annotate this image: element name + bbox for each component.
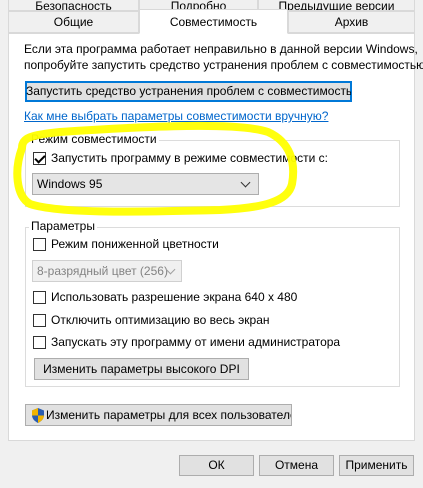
compat-os-value: Windows 95	[37, 177, 103, 191]
resolution-checkbox[interactable]	[33, 291, 46, 304]
color-depth-select[interactable]: 8-разрядный цвет (256)	[32, 260, 182, 282]
cancel-button[interactable]: Отмена	[259, 455, 334, 476]
color-depth-value: 8-разрядный цвет (256)	[37, 264, 168, 278]
apply-button[interactable]: Применить	[339, 455, 414, 476]
intro-text-line-1: Если эта программа работает неправильно …	[24, 42, 418, 56]
params-title: Параметры	[29, 219, 97, 233]
compat-os-select[interactable]: Windows 95	[32, 173, 259, 195]
intro-text-line-2: попробуйте запустить средство устранения…	[24, 58, 423, 72]
compat-mode-title: Режим совместимости	[29, 132, 159, 146]
fullscreen-opt-checkbox[interactable]	[33, 314, 46, 327]
all-users-settings-label: Изменить параметры для всех пользователе…	[46, 408, 292, 422]
compat-mode-checkbox[interactable]	[33, 152, 46, 165]
run-troubleshooter-button[interactable]: Запустить средство устранения проблем с …	[25, 81, 352, 102]
compatibility-panel: Если эта программа работает неправильно …	[8, 33, 423, 441]
tab-archive[interactable]: Архив	[288, 11, 415, 33]
tab-general[interactable]: Общие	[8, 11, 139, 33]
all-users-settings-button[interactable]: Изменить параметры для всех пользователе…	[25, 404, 292, 426]
reduced-color-checkbox[interactable]	[33, 238, 46, 251]
tab-compatibility[interactable]: Совместимость	[139, 9, 288, 34]
resolution-label: Использовать разрешение экрана 640 x 480	[51, 290, 298, 304]
run-as-admin-checkbox[interactable]	[33, 336, 46, 349]
run-as-admin-label: Запускать эту программу от имени админис…	[51, 335, 341, 349]
ok-button[interactable]: ОК	[179, 455, 254, 476]
high-dpi-settings-button[interactable]: Изменить параметры высокого DPI	[34, 358, 249, 380]
reduced-color-label: Режим пониженной цветности	[51, 237, 219, 251]
properties-dialog: Безопасность Подробно Предыдущие версии …	[0, 0, 423, 488]
fullscreen-opt-label: Отключить оптимизацию во весь экран	[51, 313, 270, 327]
manual-settings-link[interactable]: Как мне выбрать параметры совместимости …	[24, 109, 328, 124]
uac-shield-icon	[32, 408, 44, 423]
compat-mode-label: Запустить программу в режиме совместимос…	[51, 151, 328, 165]
tab-security[interactable]: Безопасность	[8, 0, 139, 11]
chevron-down-icon	[240, 177, 251, 188]
